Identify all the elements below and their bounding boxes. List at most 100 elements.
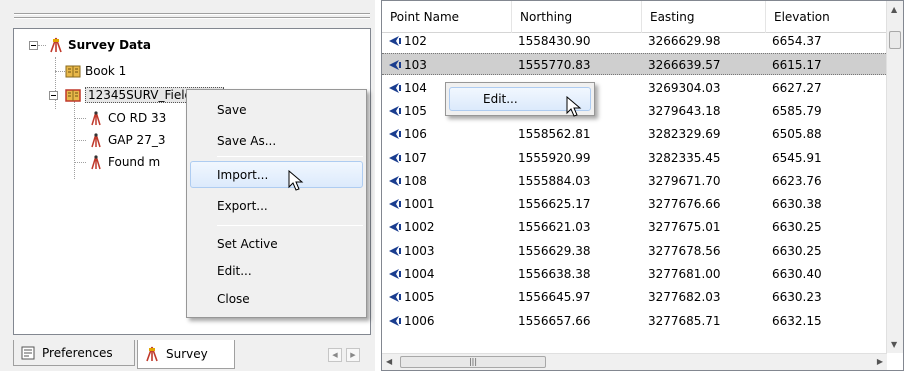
- survey-point-icon: [389, 175, 401, 186]
- cell-northing: 1556629.38: [518, 243, 591, 258]
- point-name-text: 106: [404, 127, 427, 142]
- column-header-point-name[interactable]: Point Name: [382, 1, 512, 33]
- menu-item-close[interactable]: Close: [217, 288, 250, 310]
- preferences-icon: [20, 345, 36, 361]
- table-row[interactable]: 1003 1556629.38 3277678.56 6630.25: [382, 240, 890, 262]
- survey-point-icon: [389, 315, 401, 326]
- menu-item-edit[interactable]: Edit...: [217, 260, 252, 282]
- cell-northing: 1555920.99: [518, 150, 591, 165]
- scroll-up-icon[interactable]: ▲: [891, 5, 897, 14]
- survey-point-icon: [389, 269, 401, 279]
- survey-point-icon: [88, 132, 104, 148]
- survey-point-icon: [389, 82, 401, 93]
- survey-point-icon: [389, 199, 401, 210]
- survey-point-icon: [389, 245, 401, 256]
- point-name-text: 104: [404, 80, 427, 95]
- panel-grip-highlight: [14, 14, 370, 15]
- tab-scroll-right-icon[interactable]: ▶: [346, 348, 360, 362]
- cell-point-name: 1006: [388, 310, 435, 332]
- collapse-icon[interactable]: [49, 91, 58, 100]
- cell-northing: 1558562.81: [518, 127, 591, 142]
- vertical-scrollbar[interactable]: ▲ ▼: [886, 1, 903, 353]
- cell-point-name: 106: [388, 123, 427, 145]
- tree-node-label: Survey Data: [68, 38, 151, 52]
- cell-elevation: 6545.91: [772, 150, 822, 165]
- surveyor-tripod-icon: [48, 37, 64, 53]
- point-name-text: 105: [404, 103, 427, 118]
- point-name-text: 1003: [404, 243, 435, 258]
- cell-point-name: 108: [388, 170, 427, 192]
- cell-northing: 1556621.03: [518, 220, 591, 235]
- cell-point-name: 1003: [388, 240, 435, 262]
- table-row[interactable]: 102 1558430.90 3266629.98 6654.37: [382, 30, 890, 52]
- tree-node-co-rd-33[interactable]: CO RD 33: [88, 109, 166, 127]
- cell-northing: 1556645.97: [518, 290, 591, 305]
- tab-scroll-left-icon[interactable]: ◀: [328, 348, 342, 362]
- menu-item-set-active[interactable]: Set Active: [217, 233, 278, 255]
- survey-point-icon: [389, 152, 401, 163]
- point-name-text: 1001: [404, 197, 435, 212]
- table-row[interactable]: 1001 1556625.17 3277676.66 6630.38: [382, 193, 890, 215]
- cell-easting: 3277682.03: [648, 290, 721, 305]
- cell-easting: 3277685.71: [648, 313, 721, 328]
- table-row[interactable]: 108 1555884.03 3279671.70 6623.76: [382, 170, 890, 192]
- menu-item-export[interactable]: Export...: [217, 195, 268, 217]
- tab-preferences[interactable]: Preferences: [13, 340, 135, 366]
- panel-grip-highlight: [14, 18, 370, 19]
- survey-point-icon: [389, 60, 401, 71]
- scroll-right-icon[interactable]: ▶: [877, 357, 883, 366]
- point-name-text: 108: [404, 173, 427, 188]
- cell-point-name: 104: [388, 77, 427, 99]
- cell-elevation: 6632.15: [772, 313, 822, 328]
- tab-label: Preferences: [42, 345, 113, 360]
- cell-northing: 1555884.03: [518, 173, 591, 188]
- column-header-elevation[interactable]: Elevation: [766, 1, 890, 33]
- table-row[interactable]: 1005 1556645.97 3277682.03 6630.23: [382, 286, 890, 308]
- cell-northing: 1558430.90: [518, 34, 591, 48]
- vertical-scroll-thumb[interactable]: [889, 31, 901, 49]
- tab-survey[interactable]: Survey: [137, 340, 235, 369]
- table-row[interactable]: 103 1555770.83 3266639.57 6615.17: [382, 53, 890, 76]
- cell-point-name: 103: [388, 54, 427, 76]
- cell-northing: 1556657.66: [518, 313, 591, 328]
- table-row[interactable]: 1004 1556638.38 3277681.00 6630.40: [382, 263, 890, 285]
- tree-line: [74, 140, 86, 141]
- cell-elevation: 6627.27: [772, 80, 822, 95]
- survey-point-icon: [389, 129, 401, 140]
- tab-label: Survey: [166, 347, 208, 361]
- survey-point-icon: [389, 292, 401, 303]
- menu-item-edit-point[interactable]: Edit...: [483, 88, 518, 110]
- menu-item-import[interactable]: Import...: [217, 164, 268, 186]
- scroll-left-icon[interactable]: ◀: [386, 357, 392, 366]
- cell-elevation: 6585.79: [772, 103, 822, 118]
- tree-node-gap-27-3[interactable]: GAP 27_3: [88, 131, 165, 149]
- cell-elevation: 6505.88: [772, 127, 822, 142]
- cell-northing: 1556638.38: [518, 267, 591, 281]
- tree-node-book-1[interactable]: Book 1: [65, 62, 126, 80]
- column-header-northing[interactable]: Northing: [512, 1, 642, 33]
- column-header-easting[interactable]: Easting: [642, 1, 766, 33]
- table-row[interactable]: 106 1558562.81 3282329.69 6505.88: [382, 123, 890, 145]
- table-row[interactable]: 1002 1556621.03 3277675.01 6630.25: [382, 216, 890, 238]
- cell-point-name: 1005: [388, 286, 435, 308]
- menu-highlight: [190, 161, 363, 188]
- collapse-icon[interactable]: [29, 41, 38, 50]
- point-name-text: 102: [404, 34, 427, 48]
- fieldbook-icon: [65, 63, 81, 79]
- table-row[interactable]: 1006 1556657.66 3277685.71 6632.15: [382, 310, 890, 332]
- scroll-down-icon[interactable]: ▼: [891, 340, 897, 349]
- menu-item-save[interactable]: Save: [217, 99, 246, 121]
- cell-elevation: 6630.25: [772, 220, 822, 235]
- menu-item-save-as[interactable]: Save As...: [217, 130, 276, 152]
- tree-node-label: Found m: [108, 155, 161, 169]
- cell-elevation: 6630.40: [772, 267, 822, 281]
- horizontal-scrollbar[interactable]: ◀ ||| ▶: [382, 353, 887, 370]
- horizontal-scroll-thumb[interactable]: |||: [400, 356, 546, 368]
- tree-node-found-m[interactable]: Found m: [88, 153, 160, 171]
- points-grid[interactable]: Point Name Northing Easting Elevation 10…: [381, 0, 904, 371]
- cell-point-name: 107: [388, 147, 427, 169]
- cell-point-name: 102: [388, 30, 427, 52]
- point-name-text: 103: [404, 58, 427, 73]
- table-row[interactable]: 107 1555920.99 3282335.45 6545.91: [382, 147, 890, 169]
- tree-node-survey-data[interactable]: Survey Data: [48, 36, 151, 54]
